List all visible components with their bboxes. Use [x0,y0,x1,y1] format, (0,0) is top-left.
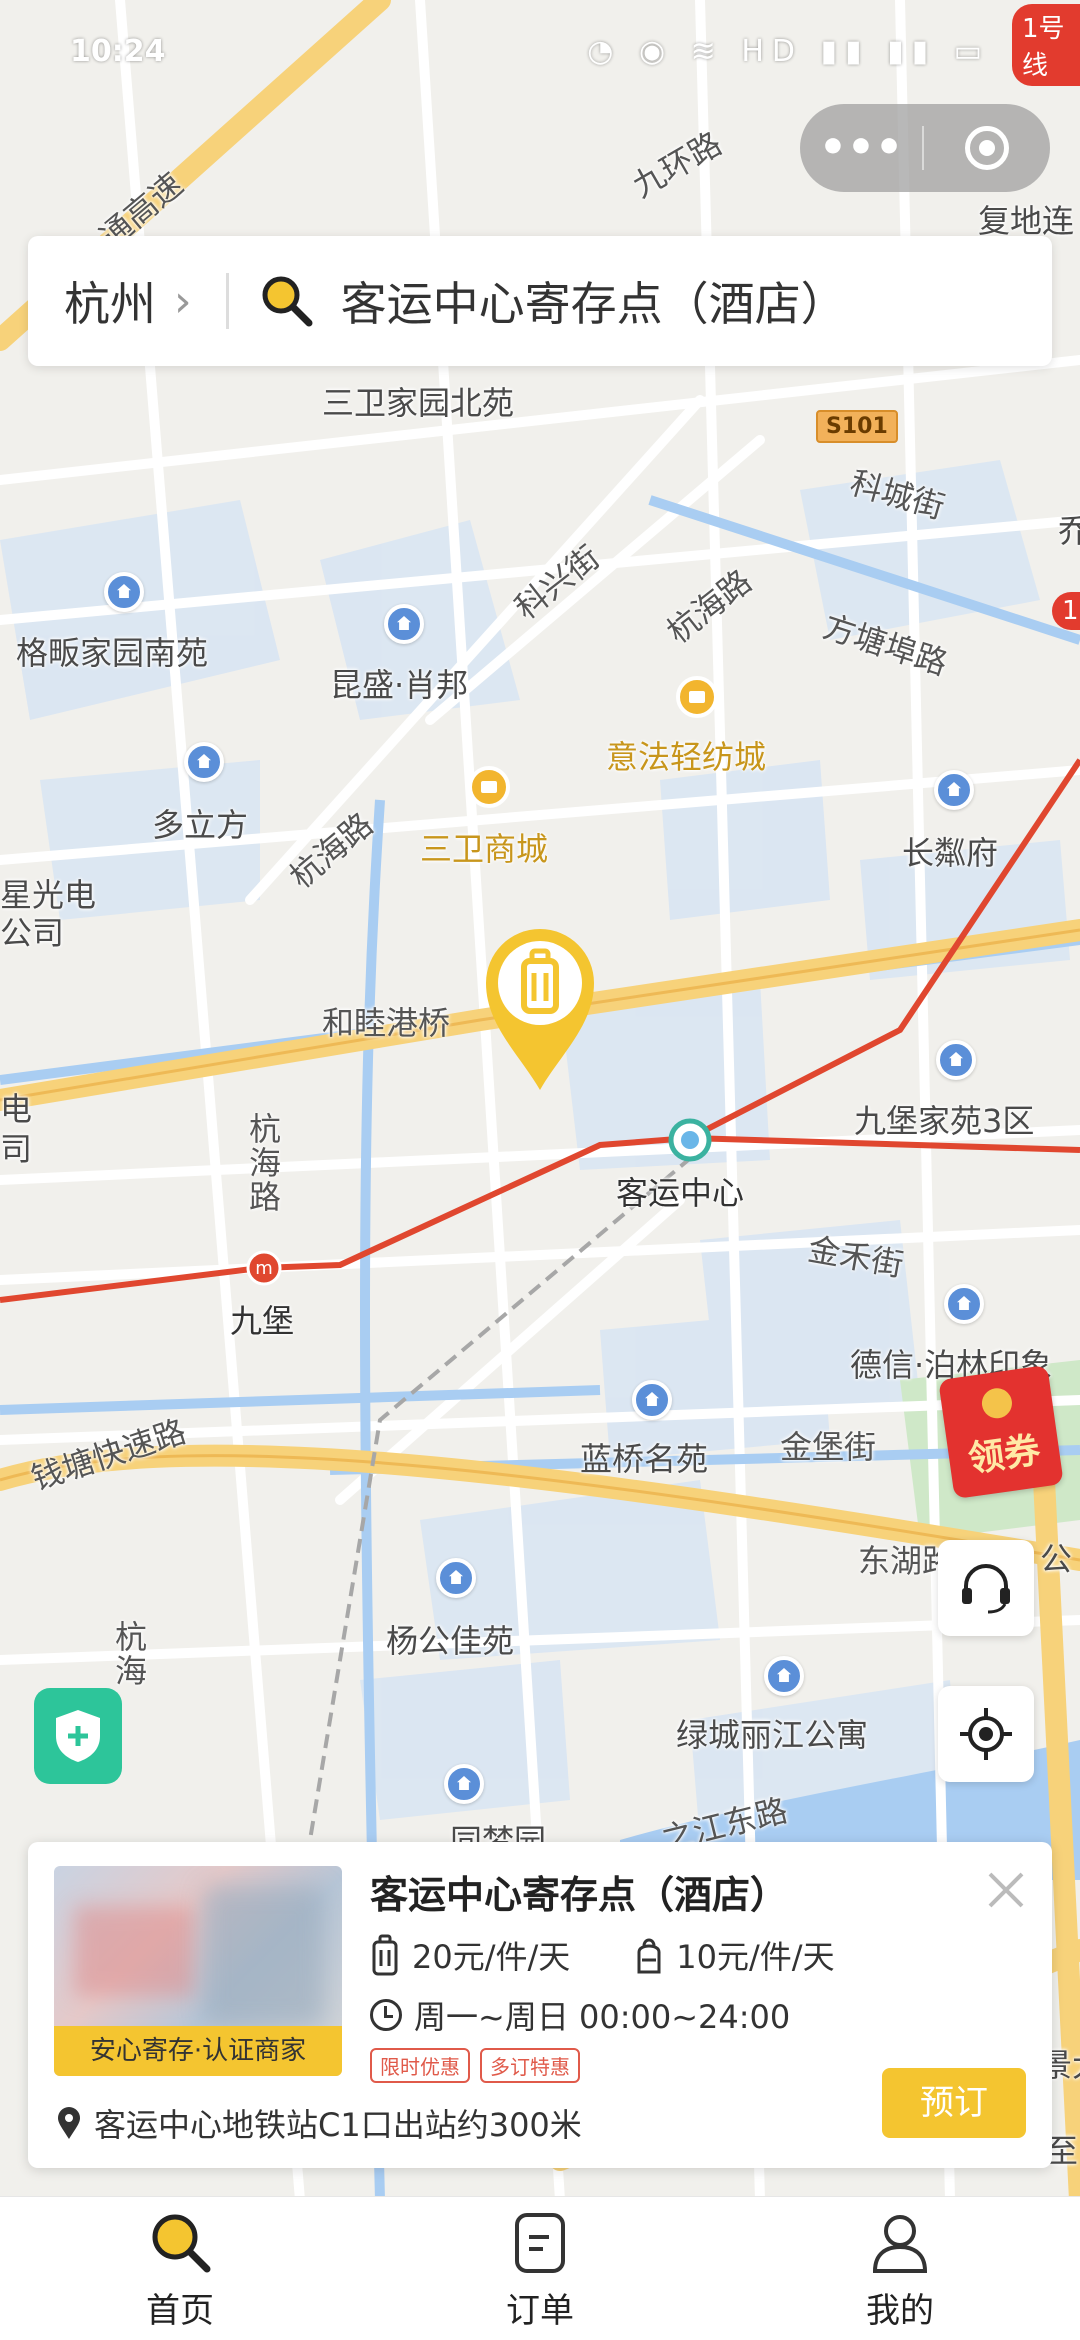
map-label: 乔 [1058,512,1080,550]
store-card[interactable]: 安心寄存·认证商家 客运中心寄存点（酒店） 20元/件/天 10元/件/天 周一… [28,1842,1052,2168]
store-photo[interactable]: 安心寄存·认证商家 [54,1866,342,2076]
map-label: 昆盛·肖邦 [330,666,469,704]
residence-poi-icon[interactable] [934,770,974,810]
tab-orders[interactable]: 订单 [360,2197,720,2340]
store-title: 客运中心寄存点（酒店） [370,1873,789,1917]
coupon-label: 领券 [965,1429,1043,1481]
target-close-icon [965,126,1009,170]
city-selector[interactable]: 杭州 [64,268,156,334]
shopping-poi-icon[interactable] [676,676,718,718]
promo-badge: 多订特惠 [480,2048,580,2083]
map-label: 公司 [0,914,65,952]
metro-line-badge: 1号线 [1012,4,1080,86]
map-label: 公 [1040,1540,1073,1578]
map-label: 格畈家园南苑 [16,634,209,672]
coupon-button[interactable]: 领券 [938,1364,1064,1500]
residence-poi-icon[interactable] [184,742,224,782]
tab-home[interactable]: 首页 [0,2197,360,2340]
search-input[interactable]: 客运中心寄存点（酒店） [341,268,847,334]
search-icon [262,276,313,327]
certified-tag: 安心寄存·认证商家 [54,2026,342,2076]
metro-station-icon[interactable] [668,1118,712,1162]
map-label: 九堡 [230,1302,295,1340]
promo-badges: 限时优惠 多订特惠 [370,2048,580,2083]
promo-badge: 限时优惠 [370,2048,470,2083]
opening-hours: 周一~周日 00:00~24:00 [414,1998,791,2036]
residence-poi-icon[interactable] [444,1764,484,1804]
chevron-right-icon: › [174,275,192,327]
location-row: 客运中心地铁站C1口出站约300米 [56,2100,582,2146]
residence-poi-icon[interactable] [436,1558,476,1598]
customer-service-button[interactable] [938,1540,1034,1636]
map-label: 和睦港桥 [322,1004,451,1042]
search-icon [152,2214,211,2273]
small-item-price: 10元/件/天 [676,1938,835,1976]
map-label: 多立方 [152,806,249,844]
map-label: 杭海 [110,1620,148,1688]
residence-poi-icon[interactable] [936,1040,976,1080]
map-label: 长粼府 [902,834,999,872]
map-label: 绿城丽江公寓 [676,1716,869,1754]
map-label: 九堡家苑3区 [854,1102,1035,1140]
bottom-tab-bar: 首页 订单 我的 [0,2196,1080,2340]
tab-label: 订单 [506,2291,574,2331]
large-item-price: 20元/件/天 [412,1938,571,1976]
residence-poi-icon[interactable] [764,1656,804,1696]
status-bar: 10:24 ◔ ◉ ≋ HD ▮▮ ▮▮ ▭ [0,0,1080,100]
location-text: 客运中心地铁站C1口出站约300米 [94,2106,582,2144]
map-label: 三卫商城 [420,830,549,868]
status-icons: ◔ ◉ ≋ HD ▮▮ ▮▮ ▭ [587,34,990,69]
map-label: 杨公佳苑 [386,1622,515,1660]
residence-poi-icon[interactable] [384,604,424,644]
map-label: 蓝桥名苑 [580,1440,709,1478]
map-label: 客运中心 [616,1174,745,1212]
map-label: 杭海路 [244,1112,282,1214]
clock-icon [370,1999,402,2031]
locate-icon [960,1708,1012,1760]
close-icon[interactable] [984,1868,1028,1912]
shopping-poi-icon[interactable] [468,766,510,808]
tab-profile[interactable]: 我的 [720,2197,1080,2340]
price-row: 20元/件/天 10元/件/天 [370,1932,835,1978]
search-bar[interactable]: 杭州 › 客运中心寄存点（酒店） [28,236,1052,366]
residence-poi-icon[interactable] [944,1284,984,1324]
miniprogram-capsule: ••• [800,104,1050,192]
location-pin-icon [58,2107,80,2139]
order-icon [515,2213,565,2273]
locate-me-button[interactable] [938,1686,1034,1782]
book-button[interactable]: 预订 [882,2068,1026,2138]
tab-label: 首页 [146,2291,214,2331]
metro-station-icon[interactable]: m [246,1250,282,1286]
residence-poi-icon[interactable] [632,1380,672,1420]
backpack-icon [637,1938,661,1974]
map-label: 金堡街 [780,1428,877,1466]
tab-label: 我的 [866,2291,934,2331]
highway-shield: S101 [816,410,898,443]
map-label: 意法轻纺城 [606,738,767,776]
map-label: 司 [0,1130,33,1168]
svg-text:m: m [255,1258,273,1279]
status-time: 10:24 [70,34,166,69]
safety-shield-button[interactable] [34,1688,122,1784]
close-miniprogram-button[interactable] [924,126,1050,170]
suitcase-icon [372,1934,398,1976]
more-menu-button[interactable]: ••• [800,118,922,178]
luggage-location-marker-icon[interactable] [480,925,600,1095]
hours-row: 周一~周日 00:00~24:00 [370,1992,790,2038]
shield-plus-icon [56,1710,100,1762]
map-label: 三卫家园北苑 [322,384,515,422]
residence-poi-icon[interactable] [104,572,144,612]
search-divider [225,273,229,329]
user-icon [872,2215,928,2273]
headset-icon [962,1564,1010,1614]
